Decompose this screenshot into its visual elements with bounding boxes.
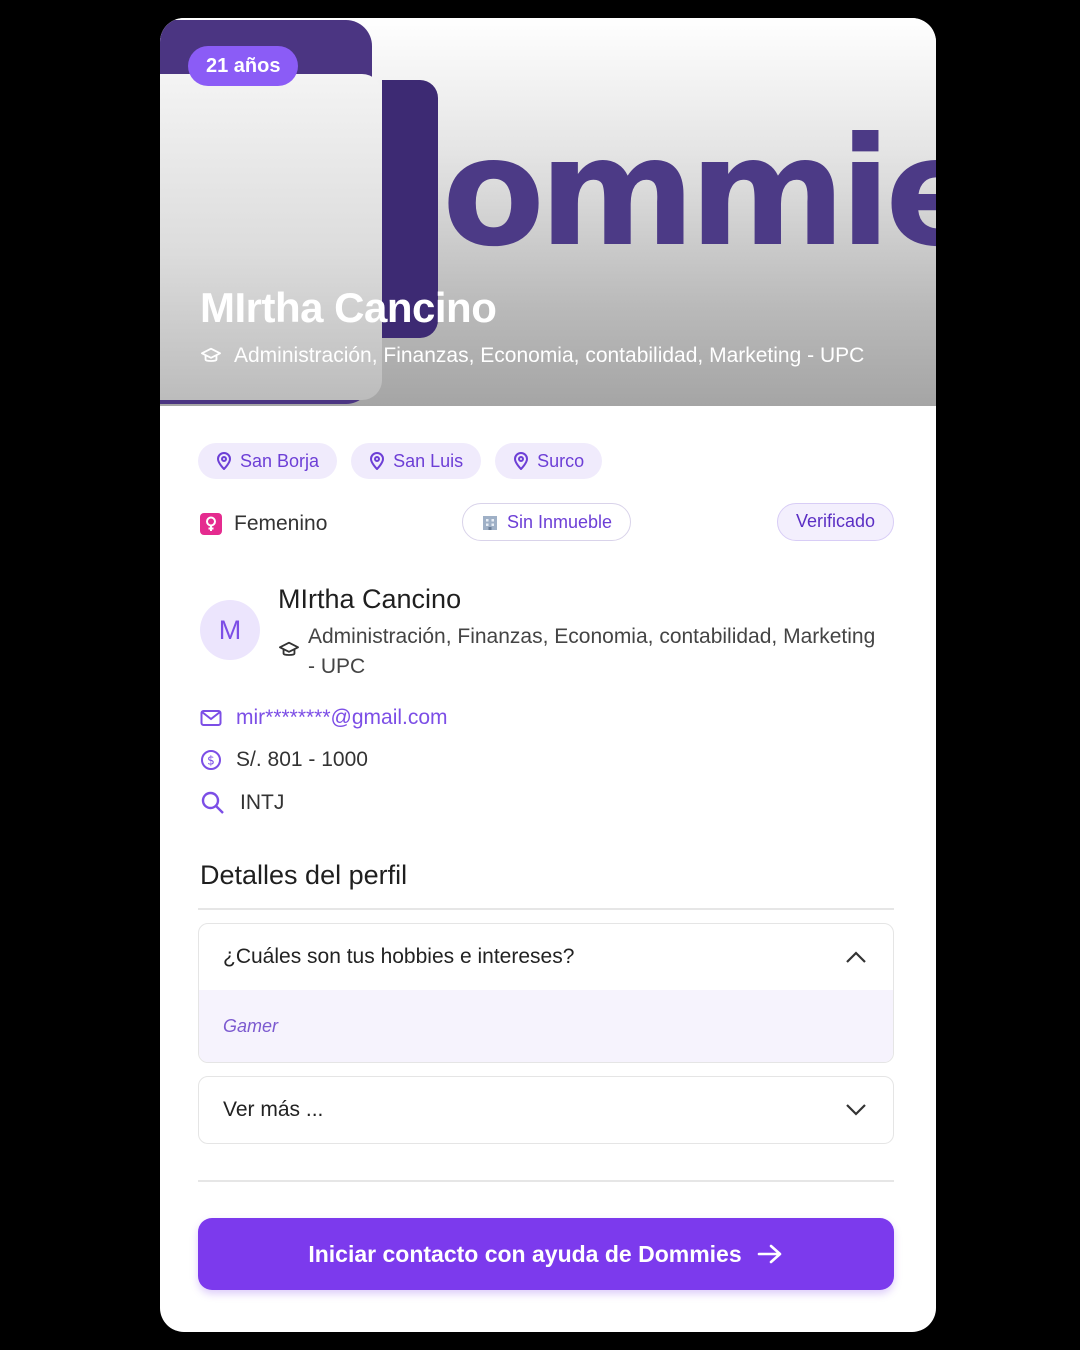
accordion-question: ¿Cuáles son tus hobbies e intereses? (223, 945, 575, 968)
profile-hero: ommie 21 años MIrtha Cancino Administrac… (160, 18, 936, 406)
hero-study-text: Administración, Finanzas, Economia, cont… (234, 344, 865, 367)
verified-badge: Verificado (776, 503, 894, 541)
svg-text:$: $ (207, 754, 215, 768)
location-pin-icon (216, 452, 232, 470)
divider (198, 1180, 894, 1182)
location-pin-icon (514, 452, 529, 470)
female-icon (200, 513, 222, 535)
contact-study: Administración, Finanzas, Economia, cont… (278, 622, 888, 682)
search-icon (201, 791, 224, 814)
location-chip[interactable]: San Luis (351, 443, 482, 479)
avatar: M (200, 600, 260, 660)
location-label: San Luis (393, 450, 464, 471)
salary-row: $ S/. 801 - 1000 (200, 748, 368, 772)
accordion-hobbies: ¿Cuáles son tus hobbies e intereses? Gam… (198, 923, 894, 1063)
arrow-right-icon (757, 1244, 781, 1264)
personality-row: INTJ (200, 790, 284, 816)
section-title: Detalles del perfil (200, 860, 408, 890)
start-contact-button[interactable]: Iniciar contacto con ayuda de Dommies (198, 1218, 894, 1290)
location-chip[interactable]: Surco (495, 443, 603, 479)
personality-text: INTJ (240, 791, 285, 814)
location-label: Surco (537, 450, 585, 471)
money-icon: $ (201, 750, 221, 770)
gender-tag: Femenino (200, 512, 327, 536)
start-contact-label: Iniciar contacto con ayuda de Dommies (308, 1240, 742, 1267)
contact-study-text: Administración, Finanzas, Economia, cont… (308, 625, 876, 678)
hero-name: MIrtha Cancino (200, 284, 497, 331)
contact-name: MIrtha Cancino (278, 584, 462, 614)
age-badge: 21 años (188, 46, 299, 86)
accordion-more: Ver más ... (198, 1076, 894, 1144)
logo-text: ommie (442, 106, 936, 280)
property-tag: Sin Inmueble (462, 503, 632, 541)
accordion-header[interactable]: Ver más ... (199, 1077, 893, 1143)
mail-icon (200, 710, 222, 726)
chevron-up-icon (846, 951, 866, 963)
accordion-answer: Gamer (199, 990, 893, 1062)
graduation-cap-icon (278, 641, 299, 656)
building-icon (483, 516, 497, 530)
location-label: San Borja (240, 450, 320, 471)
gender-label: Femenino (234, 512, 328, 535)
accordion-header[interactable]: ¿Cuáles son tus hobbies e intereses? (199, 924, 893, 990)
accordion-question: Ver más ... (223, 1098, 324, 1121)
divider (198, 908, 894, 910)
profile-card: ommie 21 años MIrtha Cancino Administrac… (160, 18, 936, 1332)
property-label: Sin Inmueble (507, 511, 613, 532)
chevron-down-icon (846, 1104, 866, 1116)
location-pin-icon (370, 452, 385, 470)
location-chip[interactable]: San Borja (198, 443, 338, 479)
email-row[interactable]: mir********@gmail.com (200, 706, 448, 730)
hero-study: Administración, Finanzas, Economia, cont… (200, 344, 864, 368)
email-text: mir********@gmail.com (236, 706, 448, 729)
location-chips: San Borja San Luis Surco (198, 443, 603, 479)
graduation-cap-icon (201, 347, 221, 362)
salary-text: S/. 801 - 1000 (236, 748, 368, 771)
